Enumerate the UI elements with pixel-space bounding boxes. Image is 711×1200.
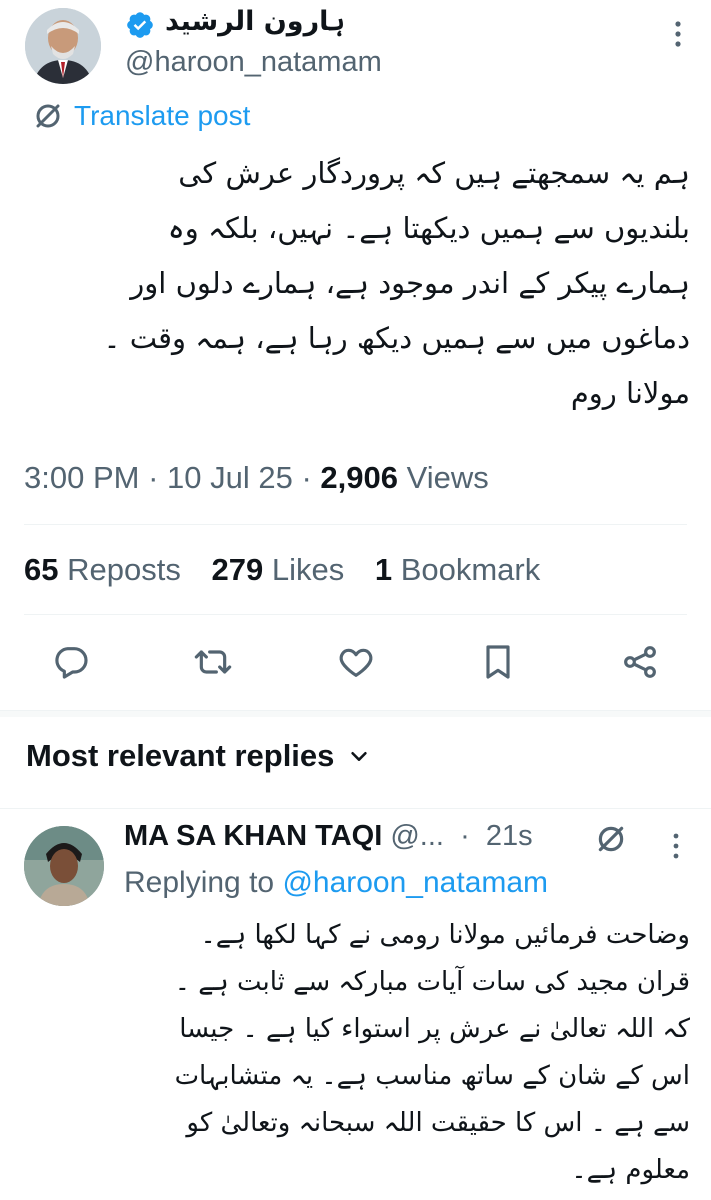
translate-icon bbox=[32, 100, 64, 132]
replying-prefix: Replying to bbox=[124, 866, 275, 899]
reply-text: وضاحت فرمائیں مولانا رومی نے کہا لکھا ہے… bbox=[124, 912, 690, 1194]
translate-label: Translate post bbox=[74, 100, 251, 131]
views-label: Views bbox=[406, 460, 489, 495]
divider bbox=[0, 808, 711, 809]
meta-separator: · bbox=[301, 460, 321, 495]
bookmarks-label: Bookmark bbox=[400, 552, 541, 587]
like-icon[interactable] bbox=[330, 636, 382, 688]
replying-to: Replying to @haroon_natamam bbox=[124, 866, 548, 900]
chevron-down-icon bbox=[348, 745, 370, 767]
reply-author-name: MA SA KHAN TAQI bbox=[124, 820, 383, 852]
reply-separator: · bbox=[452, 820, 478, 852]
reply-author[interactable]: MA SA KHAN TAQI @... · 21s bbox=[124, 820, 533, 853]
post-text: ہم یہ سمجھتے ہیں کہ پروردگار عرش کی بلند… bbox=[22, 146, 690, 421]
post-text-line: ہم یہ سمجھتے ہیں کہ پروردگار عرش کی bbox=[178, 156, 690, 190]
reply-author-handle: @... bbox=[390, 820, 444, 852]
translate-post-button[interactable]: Translate post bbox=[32, 96, 250, 136]
repost-icon[interactable] bbox=[187, 636, 239, 688]
reply-text-line: اس کے شان کے ساتھ مناسب ہے۔ یہ متشابہات bbox=[174, 1061, 690, 1091]
likes-count: 279 bbox=[211, 552, 264, 587]
likes-stat[interactable]: 279 Likes bbox=[211, 552, 352, 587]
section-divider bbox=[0, 710, 711, 717]
author-name[interactable]: ہارون الرشید bbox=[165, 6, 345, 37]
reposts-label: Reposts bbox=[67, 552, 181, 587]
reply-text-line: معلوم ہے۔ bbox=[571, 1155, 690, 1185]
post-text-line: مولانا روم bbox=[570, 376, 690, 410]
post-date[interactable]: 10 Jul 25 bbox=[167, 460, 293, 495]
views-count: 2,906 bbox=[320, 460, 398, 495]
reply-text-line: کہ اللہ تعالیٰ نے عرش پر استواء کیا ہے ۔… bbox=[179, 1014, 690, 1044]
bookmark-icon[interactable] bbox=[472, 636, 524, 688]
verified-badge-icon bbox=[125, 10, 155, 40]
meta-separator: · bbox=[148, 460, 168, 495]
post-action-bar bbox=[0, 636, 711, 688]
bookmarks-stat[interactable]: 1 Bookmark bbox=[375, 552, 540, 587]
replies-sort-button[interactable]: Most relevant replies bbox=[26, 738, 370, 774]
replies-header-label: Most relevant replies bbox=[26, 738, 335, 773]
reply-icon[interactable] bbox=[45, 636, 97, 688]
post-text-line: دماغوں میں سے ہمیں دیکھ رہا ہے، ہمہ وقت … bbox=[103, 321, 690, 355]
reply-more-icon[interactable] bbox=[661, 828, 691, 864]
share-icon[interactable] bbox=[614, 636, 666, 688]
more-icon[interactable] bbox=[663, 12, 693, 56]
likes-label: Likes bbox=[271, 552, 345, 587]
post-text-line: بلندیوں سے ہمیں دیکھتا ہے۔ نہیں، بلکہ وہ bbox=[167, 211, 690, 245]
reposts-count: 65 bbox=[24, 552, 59, 587]
replying-handle-link[interactable]: @haroon_natamam bbox=[282, 866, 548, 899]
post-text-line: ہمارے پیکر کے اندر موجود ہے، ہمارے دلوں … bbox=[130, 266, 690, 300]
divider bbox=[24, 524, 687, 525]
reply-time: 21s bbox=[485, 820, 533, 852]
reply-text-line: سے ہے ۔ اس کا حقیقت اللہ سبحانہ وتعالیٰ … bbox=[186, 1108, 690, 1138]
post-stats: 65 Reposts 279 Likes 1 Bookmark bbox=[24, 552, 562, 588]
post-meta: 3:00 PM · 10 Jul 25 · 2,906 Views bbox=[24, 460, 489, 496]
divider bbox=[24, 614, 687, 615]
reposts-stat[interactable]: 65 Reposts bbox=[24, 552, 189, 587]
reply-text-line: قران مجید کی سات آیات مبارکہ سے ثابت ہے … bbox=[174, 967, 690, 997]
reply-avatar[interactable] bbox=[24, 826, 104, 906]
grok-icon[interactable] bbox=[594, 822, 628, 856]
author-avatar[interactable] bbox=[25, 8, 101, 84]
author-handle[interactable]: @haroon_natamam bbox=[125, 46, 382, 79]
bookmarks-count: 1 bbox=[374, 552, 393, 587]
post-time[interactable]: 3:00 PM bbox=[24, 460, 139, 495]
reply-text-line: وضاحت فرمائیں مولانا رومی نے کہا لکھا ہے… bbox=[200, 920, 690, 950]
